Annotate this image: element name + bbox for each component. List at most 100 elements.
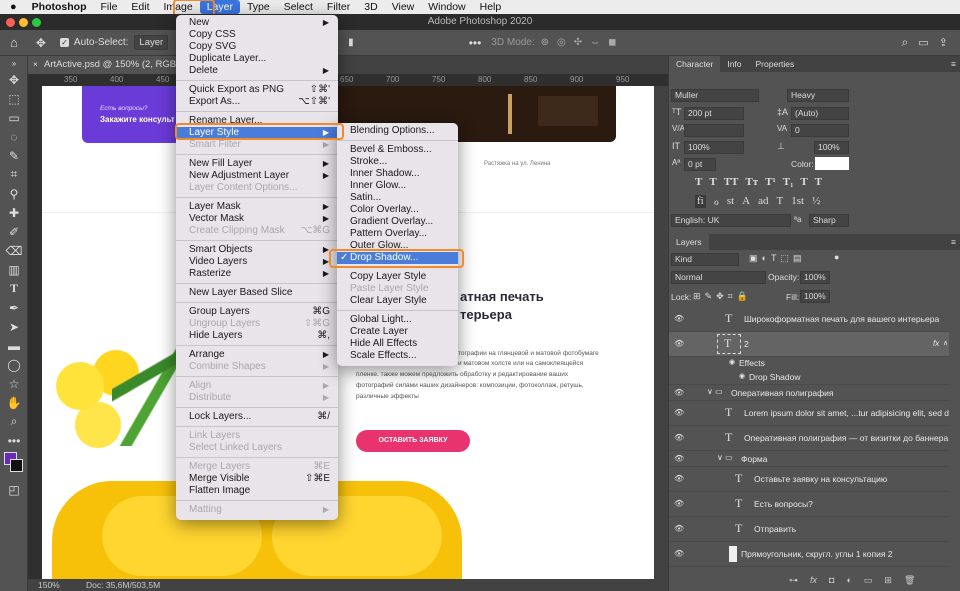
superscript-button[interactable]: T¹ xyxy=(765,176,776,188)
group-row[interactable]: 👁 ∨ ▭ Оперативная полиграфия xyxy=(669,385,949,401)
hand-tool-icon[interactable]: ✋ xyxy=(0,393,28,412)
menu-select[interactable]: Select xyxy=(277,0,320,14)
layer-menu-item-new[interactable]: New ▶ xyxy=(176,17,338,29)
layer-style-item-blending-options[interactable]: Blending Options... xyxy=(337,125,458,137)
visibility-eye-icon[interactable]: 👁 xyxy=(674,339,684,348)
healing-brush-tool-icon[interactable]: ✚ xyxy=(0,203,28,222)
layer-style-item-inner-glow[interactable]: Inner Glow... xyxy=(337,180,458,192)
tab-properties[interactable]: Properties xyxy=(749,56,802,72)
menu-view[interactable]: View xyxy=(385,0,422,14)
layer-menu-item-group-layers[interactable]: Group Layers ⌘G xyxy=(176,306,338,318)
crop-tool-icon[interactable]: ⌗ xyxy=(0,165,28,184)
marquee-tool-icon[interactable]: ▭ xyxy=(0,108,28,127)
eyedropper-tool-icon[interactable]: ⚲ xyxy=(0,184,28,203)
quick-select-tool-icon[interactable]: ✎ xyxy=(0,146,28,165)
new-layer-icon[interactable]: ⊞ xyxy=(884,575,892,586)
vertical-scale-field[interactable]: 100% xyxy=(684,141,744,154)
color-swatches[interactable] xyxy=(0,450,27,480)
layer-menu-item-layer-mask[interactable]: Layer Mask ▶ xyxy=(176,201,338,213)
layer-style-item-global-light[interactable]: Global Light... xyxy=(337,314,458,326)
layer-menu-item-rasterize[interactable]: Rasterize ▶ xyxy=(176,268,338,280)
search-icon[interactable]: ⌕ xyxy=(901,35,908,50)
layer-style-item-hide-all-effects[interactable]: Hide All Effects xyxy=(337,338,458,350)
faux-italic-button[interactable]: T xyxy=(709,176,716,188)
horizontal-scale-field[interactable]: 100% xyxy=(814,141,849,154)
text-color-swatch[interactable] xyxy=(815,157,849,170)
layer-style-item-scale-effects[interactable]: Scale Effects... xyxy=(337,350,458,362)
drop-shadow-eye-icon[interactable]: ◉ xyxy=(739,372,745,380)
workspace-icon[interactable]: ▭ xyxy=(918,36,928,49)
layer-menu-item-smart-objects[interactable]: Smart Objects ▶ xyxy=(176,244,338,256)
menu-edit[interactable]: Edit xyxy=(124,0,156,14)
panel-menu-icon[interactable]: ≡ xyxy=(951,59,960,69)
language-field[interactable]: English: UK xyxy=(671,214,791,227)
tracking-field[interactable]: 0 xyxy=(791,124,849,137)
contextual-alternates-button[interactable]: ℴ xyxy=(714,195,719,208)
menu-type[interactable]: Type xyxy=(240,0,277,14)
tab-info[interactable]: Info xyxy=(720,56,748,72)
filter-toggle-icon[interactable]: ● xyxy=(834,252,839,262)
layer-style-item-satin[interactable]: Satin... xyxy=(337,192,458,204)
layer-row[interactable]: 👁 T Lorem ipsum dolor sit amet, ...tur a… xyxy=(669,401,949,426)
layer-menu-item-merge-visible[interactable]: Merge Visible ⇧⌘E xyxy=(176,473,338,485)
layer-menu-item-copy-css[interactable]: Copy CSS xyxy=(176,29,338,41)
quick-mask-icon[interactable]: ◰ xyxy=(0,480,28,499)
layer-style-item-clear-layer-style[interactable]: Clear Layer Style xyxy=(337,295,458,307)
tab-character[interactable]: Character xyxy=(669,56,721,72)
visibility-eye-icon[interactable]: 👁 xyxy=(674,388,684,397)
menu-help[interactable]: Help xyxy=(473,0,509,14)
layer-menu-item-vector-mask[interactable]: Vector Mask ▶ xyxy=(176,213,338,225)
layer-menu-item-new-adjustment-layer[interactable]: New Adjustment Layer ▶ xyxy=(176,170,338,182)
visibility-eye-icon[interactable]: 👁 xyxy=(674,408,684,417)
move-tool-icon[interactable]: ✥ xyxy=(0,70,28,89)
artboard-tool-icon[interactable]: ⬚ xyxy=(0,89,28,108)
layer-menu-item-video-layers[interactable]: Video Layers ▶ xyxy=(176,256,338,268)
layer-style-item-copy-layer-style[interactable]: Copy Layer Style xyxy=(337,271,458,283)
gradient-tool-icon[interactable]: ▥ xyxy=(0,260,28,279)
path-select-tool-icon[interactable]: ➤ xyxy=(0,317,28,336)
visibility-eye-icon[interactable]: 👁 xyxy=(674,549,684,558)
layer-menu-item-delete[interactable]: Delete ▶ xyxy=(176,65,338,77)
background-color-swatch[interactable] xyxy=(10,459,23,472)
leading-field[interactable]: (Auto) xyxy=(791,107,849,120)
layer-style-item-bevel-emboss[interactable]: Bevel & Emboss... xyxy=(337,144,458,156)
stylistic-alternates-button[interactable]: ad xyxy=(758,195,768,208)
zoom-window-button[interactable] xyxy=(32,18,41,27)
layer-menu-item-new-fill-layer[interactable]: New Fill Layer ▶ xyxy=(176,158,338,170)
cta-button[interactable]: ОСТАВИТЬ ЗАЯВКУ xyxy=(356,430,470,452)
ordinals-button[interactable]: 1st xyxy=(791,195,804,208)
layer-fx-icon[interactable]: fx xyxy=(933,339,939,348)
menu-file[interactable]: File xyxy=(93,0,124,14)
new-group-icon[interactable]: ▭ xyxy=(864,575,873,586)
visibility-eye-icon[interactable]: 👁 xyxy=(674,474,684,483)
titling-alternates-button[interactable]: T xyxy=(777,195,784,208)
zoom-level[interactable]: 150% xyxy=(38,579,60,591)
layer-style-item-inner-shadow[interactable]: Inner Shadow... xyxy=(337,168,458,180)
font-size-field[interactable]: 200 pt xyxy=(684,107,744,120)
discretionary-ligatures-button[interactable]: st xyxy=(727,195,734,208)
auto-select-checkbox[interactable]: ✓ xyxy=(59,38,69,47)
layer-row[interactable]: 👁 T Оставьте заявку на консультацию xyxy=(669,467,949,492)
delete-layer-icon[interactable]: 🗑 xyxy=(904,575,915,586)
3d-scale-icon[interactable]: ◼ xyxy=(608,37,616,48)
ellipse-tool-icon[interactable]: ◯ xyxy=(0,355,28,374)
brush-tool-icon[interactable]: ✐ xyxy=(0,222,28,241)
kerning-field[interactable] xyxy=(684,124,744,137)
layer-style-item-create-layer[interactable]: Create Layer xyxy=(337,326,458,338)
close-tab-icon[interactable]: × xyxy=(33,56,38,74)
layer-menu-item-lock-layers[interactable]: Lock Layers... ⌘/ xyxy=(176,411,338,423)
layer-style-item-stroke[interactable]: Stroke... xyxy=(337,156,458,168)
layer-style-item-color-overlay[interactable]: Color Overlay... xyxy=(337,204,458,216)
visibility-eye-icon[interactable]: 👁 xyxy=(674,524,684,533)
layer-filter-field[interactable]: Kind xyxy=(671,253,739,266)
pen-tool-icon[interactable]: ✒ xyxy=(0,298,28,317)
visibility-eye-icon[interactable]: 👁 xyxy=(674,314,684,323)
move-tool-icon[interactable]: ✥ xyxy=(36,36,46,50)
layer-menu-item-quick-export-as-png[interactable]: Quick Export as PNG ⇧⌘' xyxy=(176,84,338,96)
adjustment-layer-icon[interactable]: ◐ xyxy=(846,575,851,586)
layer-row[interactable]: 👁 T Есть вопросы? xyxy=(669,492,949,517)
layer-row[interactable]: 👁 T Отправить xyxy=(669,517,949,542)
font-family-field[interactable]: Muller xyxy=(671,89,759,102)
lock-icons[interactable]: ⊞✎✥⌗🔒 xyxy=(693,291,752,302)
type-tool-icon[interactable]: T xyxy=(0,279,28,298)
